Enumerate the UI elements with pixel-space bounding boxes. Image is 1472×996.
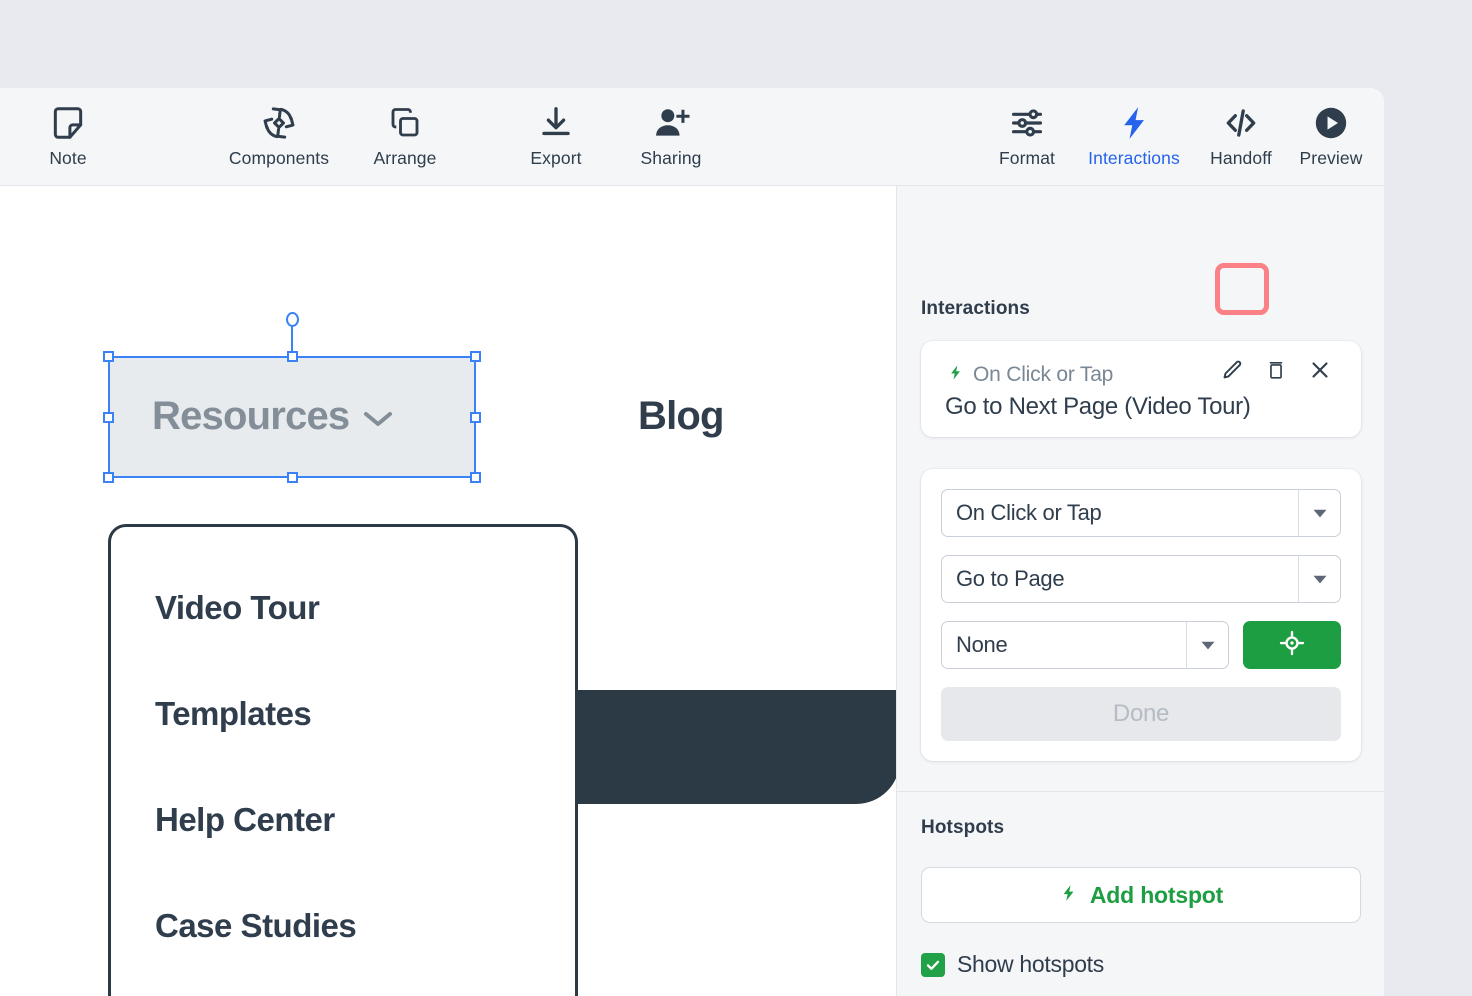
app-window: Note Components Arrange Export Sharing F… bbox=[0, 88, 1384, 996]
caret-down-icon bbox=[1298, 556, 1340, 602]
action-select[interactable]: Go to Page bbox=[941, 555, 1341, 603]
menu-item-templates[interactable]: Templates bbox=[155, 695, 312, 733]
trigger-select[interactable]: On Click or Tap bbox=[941, 489, 1341, 537]
interaction-trigger-line: On Click or Tap bbox=[947, 363, 1113, 387]
show-hotspots-label: Show hotspots bbox=[957, 951, 1104, 977]
interactions-side-panel: Interactions On Click or Tap Go to Next … bbox=[896, 186, 1384, 996]
arrange-icon bbox=[387, 102, 423, 144]
pencil-icon bbox=[1220, 358, 1244, 387]
toolbar-button-interactions[interactable]: Interactions bbox=[1082, 102, 1186, 169]
canvas-nav-blog-label: Blog bbox=[638, 394, 724, 438]
panel-section-divider bbox=[897, 791, 1384, 792]
add-hotspot-label: Add hotspot bbox=[1089, 881, 1224, 908]
action-select-value: Go to Page bbox=[956, 566, 1065, 591]
main-toolbar: Note Components Arrange Export Sharing F… bbox=[0, 88, 1384, 227]
duplicate-interaction-button[interactable] bbox=[1257, 353, 1295, 391]
toolbar-label-components: Components bbox=[228, 148, 330, 168]
toolbar-button-export[interactable]: Export bbox=[504, 102, 608, 169]
close-icon bbox=[1308, 358, 1332, 387]
toolbar-button-handoff[interactable]: Handoff bbox=[1189, 102, 1293, 169]
target-page-select[interactable]: None bbox=[941, 621, 1229, 669]
lightning-icon bbox=[1059, 882, 1078, 909]
interaction-editor-card: On Click or Tap Go to Page None Done bbox=[921, 469, 1361, 761]
interactions-section-title: Interactions bbox=[921, 298, 1030, 319]
selection-bounding-box[interactable] bbox=[103, 312, 481, 483]
show-hotspots-checkbox-row[interactable]: Show hotspots bbox=[921, 951, 1104, 978]
toolbar-button-components[interactable]: Components bbox=[227, 102, 331, 169]
design-canvas[interactable]: Resources Blog Video Tour Templates bbox=[0, 186, 896, 996]
resize-handle-middle-left[interactable] bbox=[103, 411, 114, 423]
duplicate-icon bbox=[1265, 359, 1287, 386]
export-icon bbox=[537, 102, 575, 144]
toolbar-button-sharing[interactable]: Sharing bbox=[619, 102, 723, 169]
toolbar-label-export: Export bbox=[530, 148, 582, 168]
resize-handle-top-right[interactable] bbox=[470, 351, 481, 362]
done-button[interactable]: Done bbox=[941, 687, 1341, 741]
caret-down-icon bbox=[1186, 622, 1228, 668]
toolbar-label-note: Note bbox=[49, 148, 87, 168]
toolbar-label-preview: Preview bbox=[1299, 148, 1363, 168]
components-icon bbox=[260, 102, 298, 144]
lightning-icon bbox=[1115, 102, 1153, 144]
toolbar-button-preview[interactable]: Preview bbox=[1279, 102, 1383, 169]
note-icon bbox=[49, 102, 87, 144]
checkbox-checked-icon[interactable] bbox=[921, 952, 945, 977]
crosshair-icon bbox=[1277, 628, 1307, 663]
sharing-icon bbox=[652, 102, 690, 144]
toolbar-label-format: Format bbox=[998, 148, 1056, 168]
menu-item-video-tour[interactable]: Video Tour bbox=[155, 589, 320, 627]
toolbar-button-format[interactable]: Format bbox=[975, 102, 1079, 169]
play-icon bbox=[1312, 102, 1350, 144]
menu-item-case-studies[interactable]: Case Studies bbox=[155, 907, 357, 945]
resize-handle-top-center[interactable] bbox=[286, 351, 298, 362]
toolbar-button-arrange[interactable]: Arrange bbox=[353, 102, 457, 169]
code-icon bbox=[1222, 102, 1260, 144]
rotate-handle[interactable] bbox=[285, 312, 299, 327]
caret-down-icon bbox=[1298, 490, 1340, 536]
resize-handle-top-left[interactable] bbox=[103, 351, 114, 362]
target-page-select-value: None bbox=[956, 632, 1008, 657]
add-hotspot-button[interactable]: Add hotspot bbox=[921, 867, 1361, 923]
resize-handle-bottom-center[interactable] bbox=[286, 472, 298, 483]
hotspots-section-title: Hotspots bbox=[921, 817, 1005, 838]
toolbar-button-note[interactable]: Note bbox=[16, 102, 120, 169]
toolbar-label-handoff: Handoff bbox=[1210, 148, 1272, 168]
toolbar-label-arrange: Arrange bbox=[373, 148, 437, 168]
pick-target-button[interactable] bbox=[1243, 621, 1341, 669]
toolbar-label-interactions: Interactions bbox=[1088, 148, 1180, 168]
interaction-action-summary: Go to Next Page (Video Tour) bbox=[945, 393, 1251, 420]
resize-handle-bottom-left[interactable] bbox=[103, 472, 114, 483]
canvas-nav-blog[interactable]: Blog bbox=[638, 394, 724, 439]
resize-handle-bottom-right[interactable] bbox=[470, 472, 481, 483]
edit-interaction-button[interactable] bbox=[1213, 353, 1251, 391]
interaction-trigger-label: On Click or Tap bbox=[973, 363, 1114, 386]
trigger-select-value: On Click or Tap bbox=[956, 500, 1102, 525]
lightning-icon bbox=[947, 363, 964, 387]
existing-interaction-card[interactable]: On Click or Tap Go to Next Page (Video T… bbox=[921, 341, 1361, 437]
format-icon bbox=[1008, 102, 1046, 144]
delete-interaction-button[interactable] bbox=[1301, 353, 1339, 391]
resize-handle-middle-right[interactable] bbox=[470, 411, 481, 423]
menu-item-help-center[interactable]: Help Center bbox=[155, 801, 335, 839]
toolbar-label-sharing: Sharing bbox=[640, 148, 702, 168]
canvas-dropdown-menu[interactable]: Video Tour Templates Help Center Case St… bbox=[108, 524, 578, 996]
